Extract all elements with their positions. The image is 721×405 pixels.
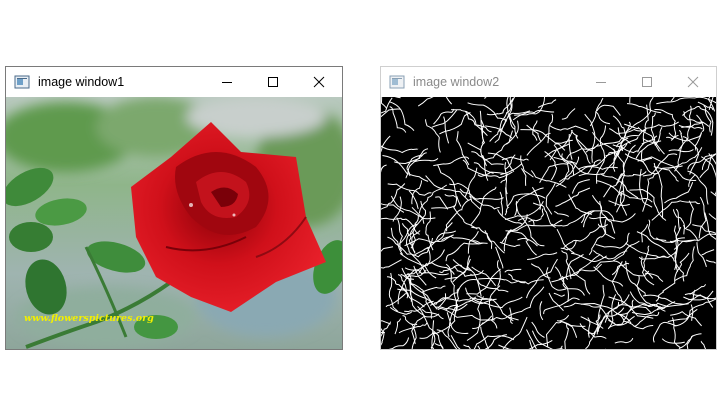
minimize-button[interactable] [204,67,250,97]
close-button[interactable] [670,67,716,97]
minimize-icon [222,82,232,83]
rose-photo: www.flowerspictures.org [6,97,342,349]
minimize-icon [596,82,606,83]
edge-image [381,97,716,349]
close-icon [313,76,325,88]
maximize-icon [642,77,652,87]
app-window-icon [14,74,30,90]
image-canvas: www.flowerspictures.org [6,97,342,349]
close-icon [687,76,699,88]
maximize-button[interactable] [624,67,670,97]
window-title: image window1 [38,75,125,89]
title-bar[interactable]: image window2 [381,67,716,97]
title-bar[interactable]: image window1 [6,67,342,97]
image-window-2: image window2 [380,66,717,350]
maximize-icon [268,77,278,87]
minimize-button[interactable] [578,67,624,97]
image-window-1: image window1 www.flowerspictures.org [5,66,343,350]
app-window-icon [389,74,405,90]
maximize-button[interactable] [250,67,296,97]
window-title: image window2 [413,75,500,89]
image-canvas [381,97,716,349]
watermark-text: www.flowerspictures.org [24,313,154,324]
close-button[interactable] [296,67,342,97]
